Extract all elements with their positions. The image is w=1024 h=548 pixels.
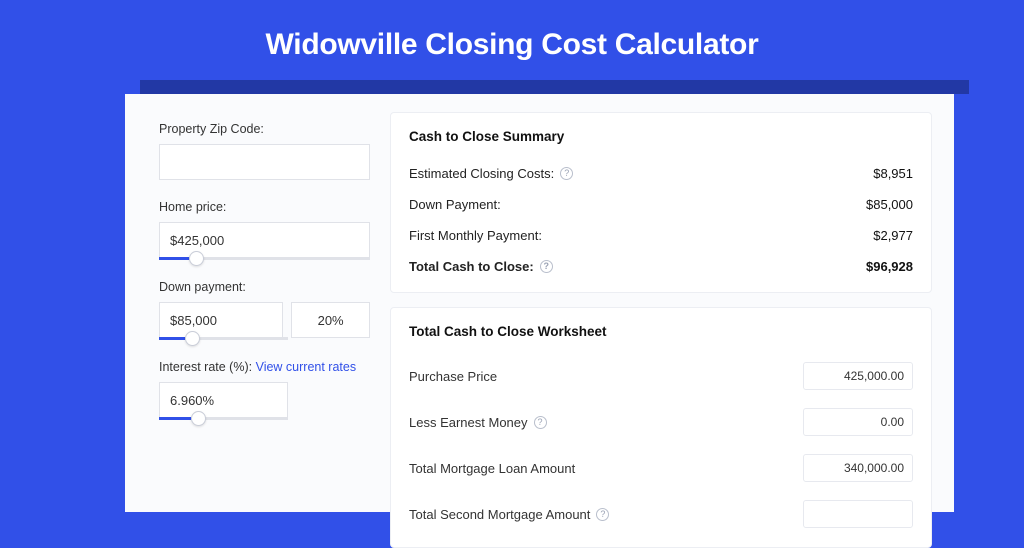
page-title: Widowville Closing Cost Calculator bbox=[0, 0, 1024, 84]
home-price-slider-thumb[interactable] bbox=[189, 251, 204, 266]
down-payment-label: Down payment: bbox=[159, 280, 370, 294]
help-icon[interactable]: ? bbox=[534, 416, 547, 429]
interest-slider-fill bbox=[159, 417, 191, 420]
down-payment-pct-input[interactable] bbox=[291, 302, 370, 338]
summary-value: $2,977 bbox=[873, 228, 913, 243]
worksheet-row-second-mortgage: Total Second Mortgage Amount ? bbox=[409, 491, 913, 537]
help-icon[interactable]: ? bbox=[596, 508, 609, 521]
summary-label: Down Payment: bbox=[409, 197, 501, 212]
worksheet-input-mortgage-loan[interactable] bbox=[803, 454, 913, 482]
zip-input[interactable] bbox=[159, 144, 370, 180]
interest-input[interactable] bbox=[159, 382, 288, 418]
results-column: Cash to Close Summary Estimated Closing … bbox=[390, 94, 954, 512]
worksheet-label: Total Mortgage Loan Amount bbox=[409, 461, 575, 476]
summary-value: $85,000 bbox=[866, 197, 913, 212]
worksheet-input-purchase-price[interactable] bbox=[803, 362, 913, 390]
down-payment-slider-thumb[interactable] bbox=[185, 331, 200, 346]
summary-label: First Monthly Payment: bbox=[409, 228, 542, 243]
summary-total-value: $96,928 bbox=[866, 259, 913, 274]
worksheet-input-second-mortgage[interactable] bbox=[803, 500, 913, 528]
worksheet-row-earnest-money: Less Earnest Money ? bbox=[409, 399, 913, 445]
help-icon[interactable]: ? bbox=[560, 167, 573, 180]
home-price-label: Home price: bbox=[159, 200, 370, 214]
interest-slider-thumb[interactable] bbox=[191, 411, 206, 426]
zip-label: Property Zip Code: bbox=[159, 122, 370, 136]
zip-field-group: Property Zip Code: bbox=[159, 122, 370, 180]
down-payment-field-group: Down payment: bbox=[159, 280, 370, 340]
summary-row-total: Total Cash to Close: ? $96,928 bbox=[409, 251, 913, 282]
worksheet-row-purchase-price: Purchase Price bbox=[409, 353, 913, 399]
interest-label: Interest rate (%): View current rates bbox=[159, 360, 370, 374]
summary-label: Estimated Closing Costs: bbox=[409, 166, 554, 181]
interest-field-group: Interest rate (%): View current rates bbox=[159, 360, 370, 420]
worksheet-input-earnest-money[interactable] bbox=[803, 408, 913, 436]
summary-title: Cash to Close Summary bbox=[409, 129, 913, 144]
worksheet-label: Less Earnest Money bbox=[409, 415, 528, 430]
worksheet-row-mortgage-loan: Total Mortgage Loan Amount bbox=[409, 445, 913, 491]
summary-row-down-payment: Down Payment: $85,000 bbox=[409, 189, 913, 220]
panel-shadow bbox=[140, 80, 969, 94]
interest-slider[interactable] bbox=[159, 417, 288, 420]
home-price-slider-fill bbox=[159, 257, 189, 260]
interest-label-text: Interest rate (%): bbox=[159, 360, 252, 374]
down-payment-input[interactable] bbox=[159, 302, 283, 338]
down-payment-slider-fill bbox=[159, 337, 185, 340]
summary-row-first-monthly: First Monthly Payment: $2,977 bbox=[409, 220, 913, 251]
down-payment-slider[interactable] bbox=[159, 337, 288, 340]
summary-value: $8,951 bbox=[873, 166, 913, 181]
worksheet-label: Total Second Mortgage Amount bbox=[409, 507, 590, 522]
worksheet-title: Total Cash to Close Worksheet bbox=[409, 324, 913, 339]
summary-total-label: Total Cash to Close: bbox=[409, 259, 534, 274]
worksheet-label: Purchase Price bbox=[409, 369, 497, 384]
summary-card: Cash to Close Summary Estimated Closing … bbox=[390, 112, 932, 293]
help-icon[interactable]: ? bbox=[540, 260, 553, 273]
view-rates-link[interactable]: View current rates bbox=[256, 360, 357, 374]
calculator-panel: Property Zip Code: Home price: Down paym… bbox=[125, 94, 954, 512]
inputs-column: Property Zip Code: Home price: Down paym… bbox=[125, 94, 390, 512]
summary-row-closing-costs: Estimated Closing Costs: ? $8,951 bbox=[409, 158, 913, 189]
home-price-field-group: Home price: bbox=[159, 200, 370, 260]
home-price-slider[interactable] bbox=[159, 257, 370, 260]
